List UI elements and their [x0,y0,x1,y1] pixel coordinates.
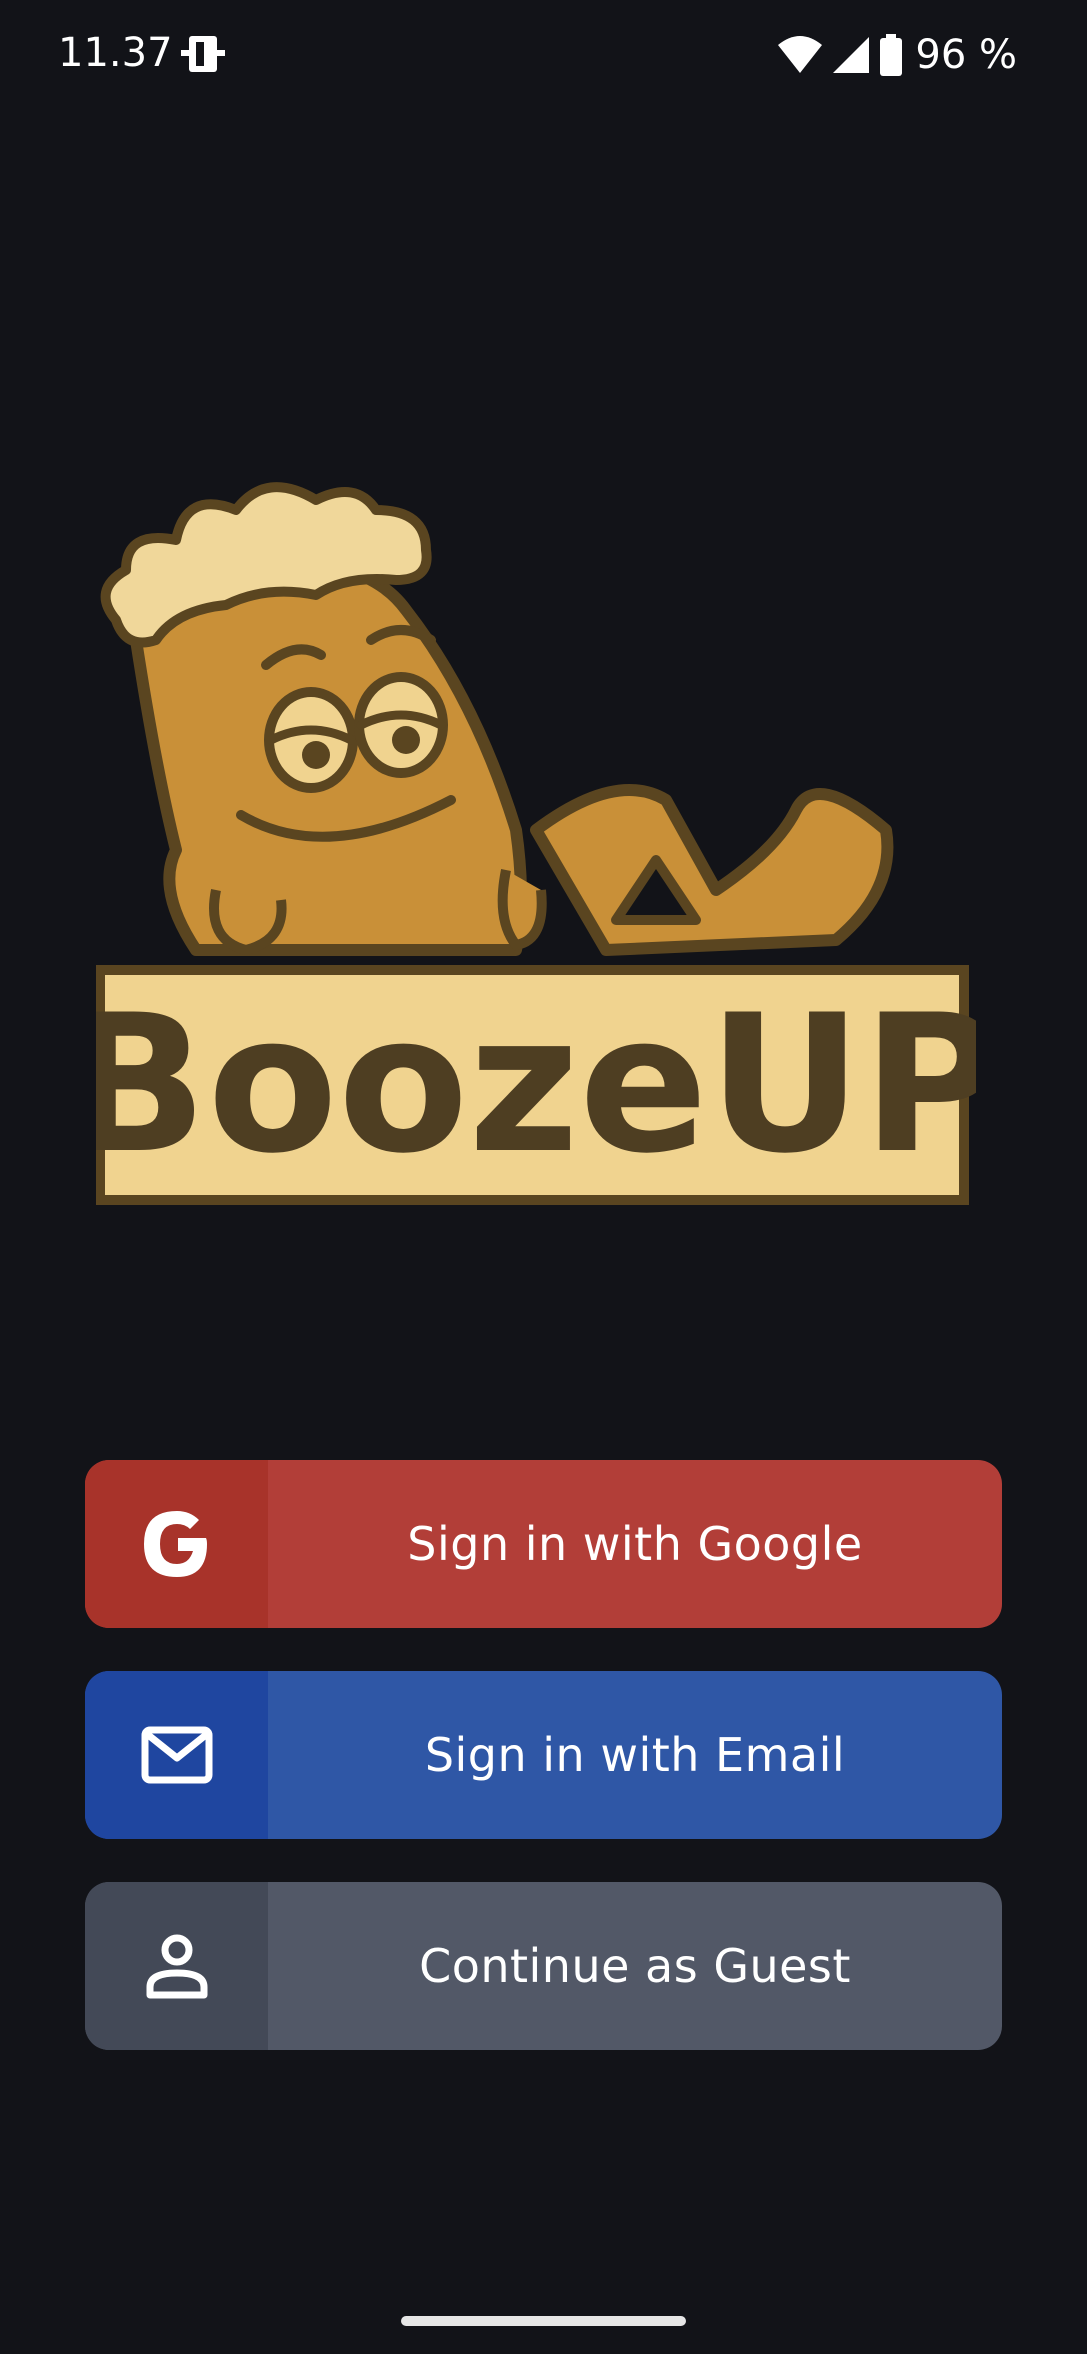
sim-card-icon [181,36,225,72]
wifi-icon [778,36,823,73]
envelope-icon [141,1726,212,1784]
boozeup-logo: BoozeUP [63,470,1001,1210]
email-icon-container [85,1671,268,1839]
brand-name: BoozeUP [96,974,976,1195]
continue-guest-button[interactable]: Continue as Guest [85,1882,1002,2050]
status-bar: 11.37 96 % [0,0,1087,110]
battery-percent: 96 % [915,32,1017,78]
person-icon [146,1934,207,1999]
sign-in-google-label: Sign in with Google [407,1517,863,1571]
status-time: 11.37 [58,30,173,76]
sign-in-email-label: Sign in with Email [424,1728,846,1782]
battery-icon [880,34,903,76]
cellular-signal-icon [833,37,870,73]
sign-in-google-button[interactable]: Sign in with Google [85,1460,1002,1628]
guest-icon-container [85,1882,268,2050]
mascot-illustration: BoozeUP [63,482,1001,1205]
sign-in-email-button[interactable]: Sign in with Email [85,1671,1002,1839]
gesture-navigation-bar[interactable] [401,2316,686,2326]
continue-guest-label: Continue as Guest [419,1939,851,1993]
status-right-group: 96 % [777,30,1017,80]
google-icon-container [85,1460,268,1628]
google-g-icon [143,1511,207,1577]
